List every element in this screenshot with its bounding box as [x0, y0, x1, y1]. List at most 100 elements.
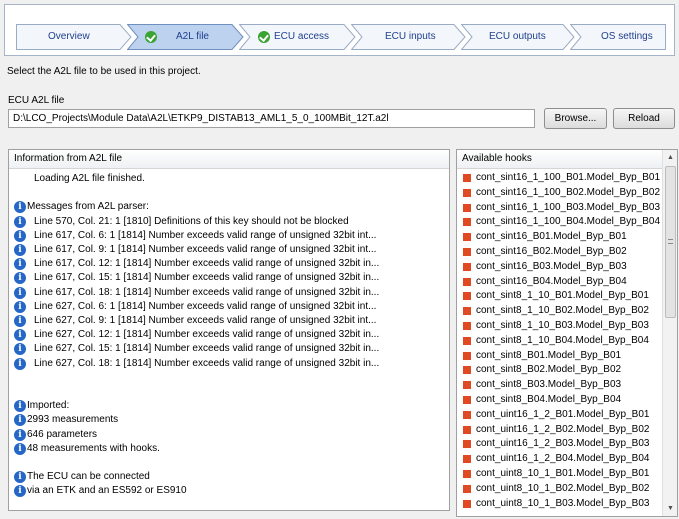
info-line-text: Line 627, Col. 6: 1 [1814] Number exceed… — [34, 300, 377, 312]
wizard-steps: Overview A2L file ECU access ECU inputs … — [16, 24, 666, 50]
hook-item-label: cont_sint8_B03.Model_Byp_B03 — [476, 379, 622, 391]
step-ecu-access[interactable]: ECU access — [239, 24, 356, 50]
info-line-text: Line 617, Col. 18: 1 [1814] Number excee… — [34, 286, 380, 298]
hook-measurement-icon — [463, 440, 471, 449]
hook-measurement-icon — [463, 366, 471, 375]
hook-item-label: cont_sint8_1_10_B03.Model_Byp_B03 — [476, 320, 649, 331]
step-os-settings-label: OS settings — [601, 31, 653, 42]
hook-item-label: cont_uint8_10_1_B02.Model_Byp_B02 — [476, 482, 650, 494]
hook-measurement-icon — [463, 174, 471, 182]
info-line-text: via an ETK and an ES592 or ES910 — [27, 485, 187, 497]
hook-measurement-icon — [463, 188, 471, 197]
info-line-text: Line 627, Col. 12: 1 [1814] Number excee… — [34, 329, 380, 341]
info-icon: i — [14, 414, 26, 427]
hook-measurement-icon — [463, 233, 471, 242]
hook-item-label: cont_sint16_B02.Model_Byp_B02 — [476, 246, 627, 257]
ecu-a2l-file-label: ECU A2L file — [8, 95, 65, 106]
info-icon: i — [14, 357, 26, 370]
instruction-text: Select the A2L file to be used in this p… — [7, 66, 201, 77]
info-icon: i — [14, 471, 26, 484]
hook-measurement-icon — [463, 203, 471, 212]
available-hooks-header: Available hooks — [457, 150, 677, 169]
hooks-scrollbar[interactable]: ▲ ▼ — [662, 150, 677, 516]
hook-measurement-icon — [463, 336, 471, 345]
hook-item-label: cont_sint16_1_100_B02.Model_Byp_B02 — [476, 186, 661, 198]
step-overview-label: Overview — [48, 31, 90, 42]
info-line-text: Line 617, Col. 6: 1 [1814] Number exceed… — [34, 229, 377, 241]
info-line-text: 646 parameters — [27, 428, 98, 440]
info-icon: i — [14, 286, 26, 299]
hook-item-label: cont_uint16_1_2_B01.Model_Byp_B01 — [476, 408, 650, 420]
hook-measurement-icon — [463, 248, 471, 256]
hook-measurement-icon — [463, 351, 471, 360]
hook-item-label: cont_uint16_1_2_B03.Model_Byp_B03 — [476, 438, 650, 450]
scroll-down-arrow-icon[interactable]: ▼ — [663, 501, 677, 516]
info-line-text: Line 570, Col. 21: 1 [1810] Definitions … — [34, 215, 349, 227]
hook-item-label: cont_sint16_B01.Model_Byp_B01 — [476, 231, 627, 243]
hook-item-label: cont_sint16_1_100_B03.Model_Byp_B03 — [476, 201, 661, 213]
info-icon: i — [14, 315, 26, 327]
info-icon: i — [14, 215, 26, 228]
check-icon — [145, 31, 157, 43]
hook-measurement-icon — [463, 277, 471, 286]
info-icon: i — [14, 329, 26, 342]
grip-icon — [668, 239, 673, 244]
hook-measurement-icon — [463, 484, 471, 493]
hook-item-label: cont_sint16_B03.Model_Byp_B03 — [476, 260, 627, 272]
info-line-text: Line 617, Col. 9: 1 [1814] Number exceed… — [34, 244, 377, 255]
info-line-text: Messages from A2L parser: — [27, 201, 149, 213]
hook-item-label: cont_sint16_1_100_B01.Model_Byp_B01 — [476, 172, 661, 183]
hook-item-label: cont_uint8_10_1_B03.Model_Byp_B03 — [476, 497, 650, 509]
a2l-info-panel[interactable]: Information from A2L file Loading A2L fi… — [8, 149, 450, 511]
hook-item-label: cont_uint16_1_2_B02.Model_Byp_B02 — [476, 423, 650, 435]
info-icon: i — [14, 343, 26, 356]
hook-measurement-icon — [463, 410, 471, 419]
hook-item-label: cont_sint16_1_100_B04.Model_Byp_B04 — [476, 216, 661, 228]
a2l-path-field[interactable]: D:\LCO_Projects\Module Data\A2L\ETKP9_DI… — [8, 109, 535, 128]
hook-measurement-icon — [463, 262, 471, 271]
hook-measurement-icon — [463, 218, 471, 227]
info-line-text: Line 617, Col. 15: 1 [1814] Number excee… — [34, 272, 380, 284]
hook-measurement-icon — [463, 292, 471, 301]
browse-button[interactable]: Browse... — [544, 108, 607, 129]
info-icon: i — [14, 400, 26, 413]
hook-item-label: cont_sint8_B02.Model_Byp_B02 — [476, 364, 622, 376]
hook-measurement-icon — [463, 425, 471, 434]
info-icon: i — [14, 442, 26, 455]
reload-button[interactable]: Reload — [613, 108, 675, 129]
scroll-thumb[interactable] — [665, 166, 676, 318]
hook-measurement-icon — [463, 470, 471, 478]
info-icon: i — [14, 201, 26, 214]
info-line-text: Line 627, Col. 15: 1 [1814] Number excee… — [34, 343, 380, 355]
info-line-text: Loading A2L file finished. — [34, 173, 145, 184]
info-line-text: 2993 measurements — [27, 414, 119, 426]
step-ecu-outputs[interactable]: ECU outputs — [461, 24, 575, 50]
check-icon — [258, 31, 270, 43]
step-a2l-file[interactable]: A2L file — [127, 24, 244, 50]
step-os-settings[interactable]: OS settings — [570, 24, 666, 50]
info-line-text: Line 617, Col. 12: 1 [1814] Number excee… — [34, 258, 380, 270]
info-icon: i — [14, 428, 26, 441]
available-hooks-panel[interactable]: Available hooks cont_sint16_1_100_B01.Mo… — [456, 149, 678, 517]
wizard-bar: Overview A2L file ECU access ECU inputs … — [4, 4, 675, 56]
hook-measurement-icon — [463, 381, 471, 390]
hook-item-label: cont_sint8_1_10_B01.Model_Byp_B01 — [476, 290, 649, 302]
step-ecu-inputs[interactable]: ECU inputs — [351, 24, 466, 50]
info-line-text: The ECU can be connected — [27, 471, 150, 483]
info-icon: i — [14, 272, 26, 285]
info-line-text: Line 627, Col. 18: 1 [1814] Number excee… — [34, 357, 380, 369]
step-a2l-file-label: A2L file — [176, 31, 209, 42]
info-line-text: 48 measurements with hooks. — [27, 442, 160, 454]
info-line-text: Imported: — [27, 400, 70, 412]
hook-item-label: cont_sint8_1_10_B02.Model_Byp_B02 — [476, 305, 649, 317]
info-icon: i — [14, 300, 26, 313]
hook-measurement-icon — [463, 396, 471, 404]
step-ecu-access-label: ECU access — [274, 31, 330, 42]
step-overview[interactable]: Overview — [16, 24, 132, 50]
hook-measurement-icon — [463, 499, 471, 508]
hook-item-label: cont_sint8_B01.Model_Byp_B01 — [476, 349, 622, 361]
step-ecu-outputs-label: ECU outputs — [489, 31, 546, 42]
scroll-up-arrow-icon[interactable]: ▲ — [663, 150, 677, 165]
info-line-text: Line 627, Col. 9: 1 [1814] Number exceed… — [34, 315, 377, 326]
info-icon: i — [14, 485, 26, 498]
